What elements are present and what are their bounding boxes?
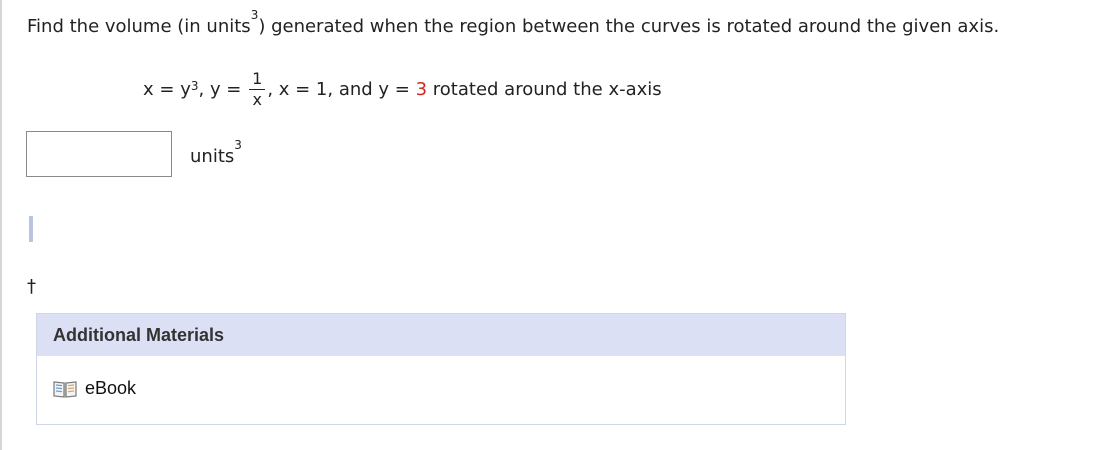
question-text-after: ) generated when the region between the … xyxy=(258,16,1000,37)
units-exponent: 3 xyxy=(234,138,242,152)
math-red-value: 3 xyxy=(415,78,428,100)
math-after-fraction: , x = 1, and xyxy=(267,78,379,100)
additional-materials-panel: Additional Materials eBook xyxy=(36,313,846,425)
math-separator: , xyxy=(198,78,210,100)
units-text: units xyxy=(190,146,235,167)
focus-indicator xyxy=(29,216,33,242)
math-fraction-denominator: x xyxy=(252,89,262,109)
math-y-eq: y = xyxy=(209,78,248,100)
math-y-exponent: 3 xyxy=(190,79,199,93)
left-border xyxy=(0,0,2,450)
book-icon xyxy=(53,380,77,398)
math-y-var: y xyxy=(180,78,191,100)
additional-materials-header: Additional Materials xyxy=(37,314,845,356)
math-y-eq-second: y = xyxy=(378,78,416,100)
ebook-link[interactable]: eBook xyxy=(53,378,136,399)
answer-input[interactable] xyxy=(26,131,172,177)
math-expression: x = y3, y = 1x, x = 1, and y = 3 rotated… xyxy=(143,63,662,115)
ebook-label: eBook xyxy=(85,378,137,398)
question-text-before: Find the volume (in units xyxy=(27,16,251,37)
math-x-eq: x = xyxy=(143,78,181,100)
math-fraction-numerator: 1 xyxy=(249,69,266,90)
units-label: units3 xyxy=(190,139,242,172)
math-fraction: 1x xyxy=(249,69,266,110)
question-text: Find the volume (in units3) generated wh… xyxy=(27,9,1000,42)
math-axis-text: rotated around the x-axis xyxy=(427,78,662,100)
footnote-marker: † xyxy=(27,276,36,297)
question-units-exponent: 3 xyxy=(250,8,259,22)
